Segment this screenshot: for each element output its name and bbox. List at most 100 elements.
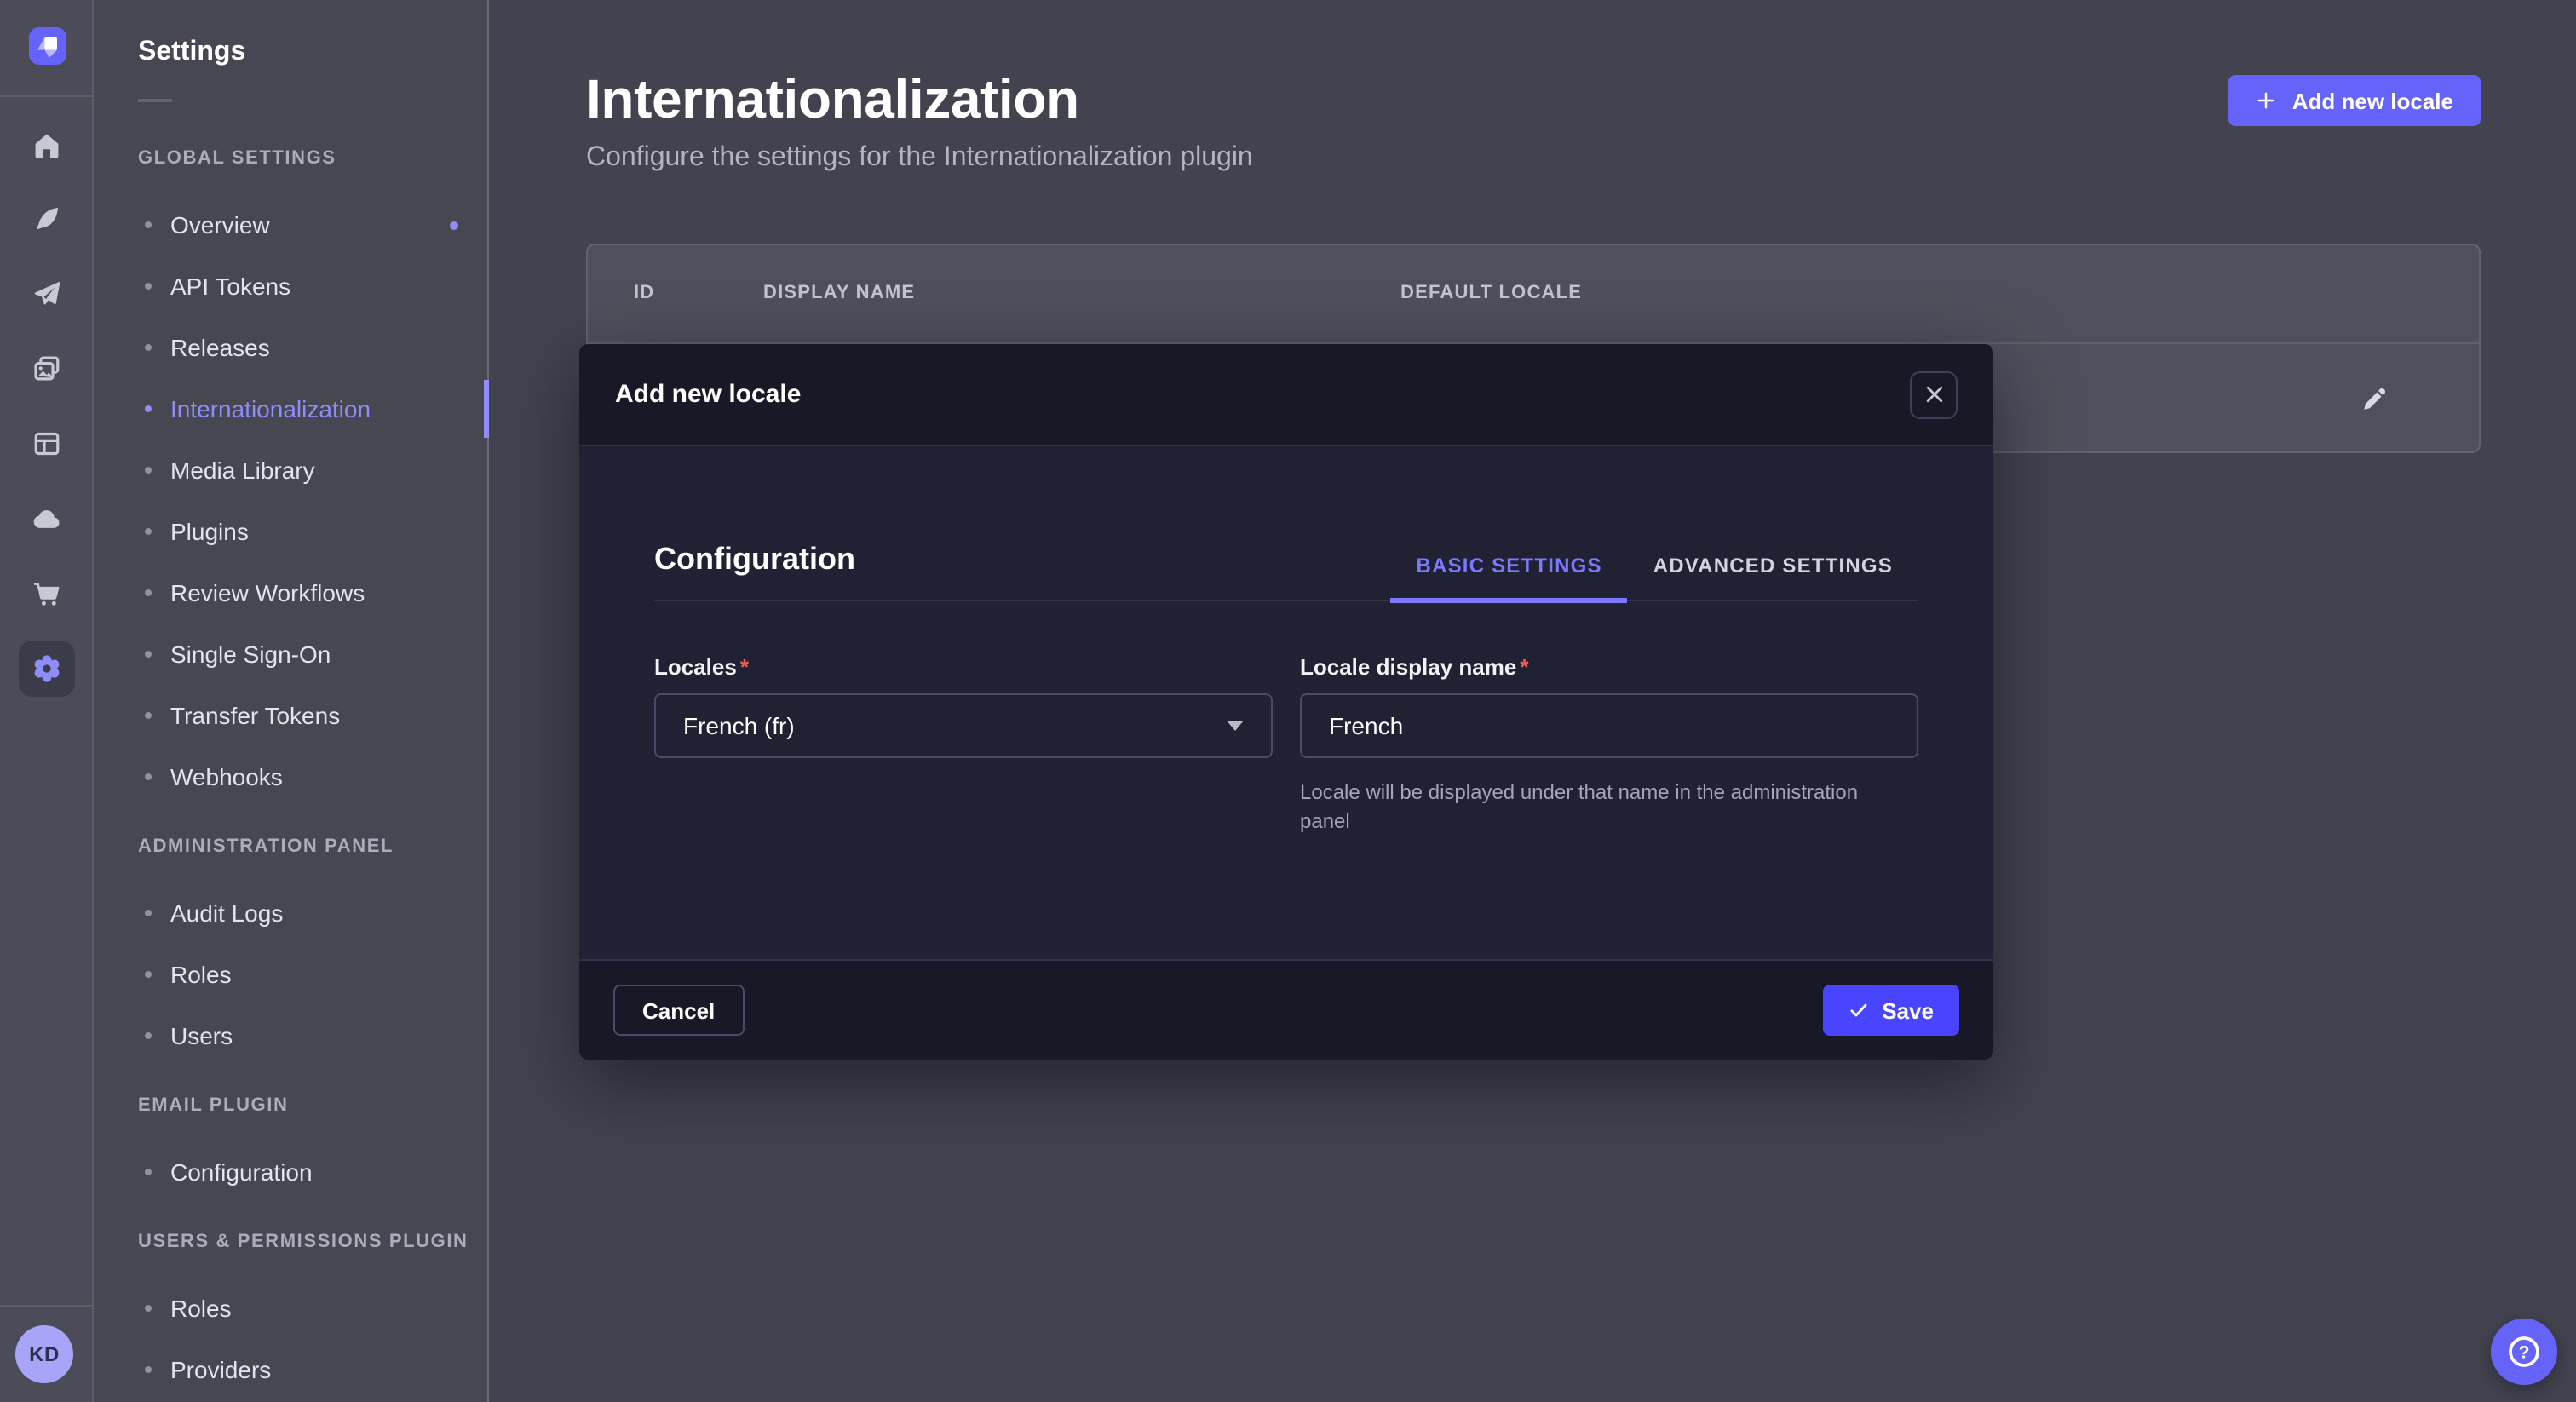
help-button[interactable]: ? [2491, 1319, 2557, 1385]
required-mark: * [1520, 654, 1528, 680]
close-modal-button[interactable] [1910, 371, 1958, 418]
display-name-label: Locale display name* [1300, 654, 1918, 680]
tab-advanced-settings[interactable]: ADVANCED SETTINGS [1628, 554, 1918, 600]
sidebar-item-label: Roles [170, 1295, 232, 1322]
main-nav-sidebar: KD [0, 0, 94, 1402]
subnav-title-divider [138, 99, 172, 102]
page-title: Internationalization [586, 68, 1079, 131]
display-name-hint: Locale will be displayed under that name… [1300, 779, 1893, 836]
section-header: ADMINISTRATION PANEL [138, 835, 489, 859]
sidebar-item-label: Internationalization [170, 395, 371, 422]
sidebar-item-label: API Tokens [170, 273, 290, 300]
modal-title: Add new locale [615, 380, 801, 409]
notification-dot [450, 221, 458, 230]
modal-header: Add new locale [579, 344, 1993, 446]
display-name-field: Locale display name* Locale will be disp… [1300, 654, 1918, 836]
sidebar-item-label: Transfer Tokens [170, 702, 340, 729]
cart-icon[interactable] [32, 579, 61, 608]
section-header: USERS & PERMISSIONS PLUGIN [138, 1230, 489, 1254]
strapi-logo-icon [29, 27, 66, 65]
sidebar-item-api-tokens[interactable]: API Tokens [94, 256, 489, 317]
gear-icon [31, 652, 63, 685]
sidebar-item-internationalization[interactable]: Internationalization [94, 378, 489, 440]
question-mark-icon: ? [2506, 1334, 2542, 1370]
layout-icon[interactable] [32, 429, 61, 458]
bullet-icon [145, 1169, 152, 1175]
media-library-icon[interactable] [32, 354, 61, 383]
bullet-icon [145, 1305, 152, 1312]
modal-body: Configuration BASIC SETTINGS ADVANCED SE… [579, 446, 1993, 959]
sidebar-divider-bottom [0, 1305, 94, 1307]
sidebar-item-label: Single Sign-On [170, 641, 331, 668]
display-name-input-wrapper [1300, 693, 1918, 758]
bullet-icon [145, 283, 152, 290]
sidebar-item-label: Roles [170, 961, 232, 988]
sidebar-item-up-providers[interactable]: Providers [94, 1339, 489, 1400]
column-header-id: ID [634, 245, 654, 342]
app-root: KD Settings GLOBAL SETTINGS Overview API… [0, 0, 2576, 1402]
sidebar-item-review-workflows[interactable]: Review Workflows [94, 562, 489, 623]
section-header: GLOBAL SETTINGS [138, 147, 489, 170]
section-users-permissions-plugin: USERS & PERMISSIONS PLUGIN Roles Provide… [94, 1230, 489, 1400]
save-button[interactable]: Save [1822, 985, 1959, 1036]
strapi-logo[interactable] [29, 27, 66, 65]
sidebar-item-webhooks[interactable]: Webhooks [94, 746, 489, 807]
sidebar-item-overview[interactable]: Overview [94, 194, 489, 256]
edit-locale-button[interactable] [2360, 385, 2389, 414]
sidebar-item-single-sign-on[interactable]: Single Sign-On [94, 623, 489, 685]
close-icon [1923, 383, 1945, 405]
tab-basic-settings[interactable]: BASIC SETTINGS [1391, 554, 1628, 600]
required-mark: * [740, 654, 749, 680]
locales-field: Locales* French (fr) [654, 654, 1273, 836]
column-header-default-locale: DEFAULT LOCALE [1400, 245, 1582, 342]
cancel-button[interactable]: Cancel [613, 985, 744, 1036]
user-avatar[interactable]: KD [15, 1325, 73, 1383]
bullet-icon [145, 467, 152, 474]
pencil-icon [2360, 385, 2389, 414]
quill-icon[interactable] [32, 204, 61, 233]
section-email-plugin: EMAIL PLUGIN Configuration [94, 1094, 489, 1203]
bullet-icon [145, 221, 152, 228]
sidebar-item-label: Audit Logs [170, 899, 283, 927]
sidebar-item-up-roles[interactable]: Roles [94, 1278, 489, 1339]
sidebar-item-admin-roles[interactable]: Roles [94, 944, 489, 1005]
locales-label: Locales* [654, 654, 1273, 680]
sidebar-item-releases[interactable]: Releases [94, 317, 489, 378]
locales-select[interactable]: French (fr) [654, 693, 1273, 758]
sidebar-item-audit-logs[interactable]: Audit Logs [94, 882, 489, 944]
settings-nav-item-active[interactable] [19, 641, 75, 697]
check-icon [1848, 1000, 1868, 1020]
sidebar-item-email-configuration[interactable]: Configuration [94, 1141, 489, 1203]
bullet-icon [145, 910, 152, 916]
display-name-input[interactable] [1329, 695, 1889, 756]
page-subtitle: Configure the settings for the Internati… [586, 143, 1253, 174]
configuration-section-header: Configuration BASIC SETTINGS ADVANCED SE… [654, 446, 1918, 601]
sidebar-item-plugins[interactable]: Plugins [94, 501, 489, 562]
modal-footer: Cancel Save [579, 959, 1993, 1060]
configuration-title: Configuration [654, 538, 855, 579]
bullet-icon [145, 528, 152, 535]
plus-icon [2257, 90, 2277, 111]
form-fields: Locales* French (fr) Locale display name… [654, 654, 1918, 836]
add-new-locale-button[interactable]: Add new locale [2229, 75, 2481, 126]
settings-subnav: Settings GLOBAL SETTINGS Overview API To… [94, 0, 489, 1402]
home-icon[interactable] [32, 131, 61, 160]
sidebar-divider-top [0, 95, 94, 97]
sidebar-item-label: Media Library [170, 457, 315, 484]
sidebar-item-label: Webhooks [170, 763, 283, 790]
cloud-icon[interactable] [32, 504, 61, 533]
paper-plane-icon[interactable] [32, 279, 61, 308]
sidebar-item-media-library[interactable]: Media Library [94, 440, 489, 501]
bullet-icon [145, 1032, 152, 1039]
bullet-icon [145, 971, 152, 978]
sidebar-item-transfer-tokens[interactable]: Transfer Tokens [94, 685, 489, 746]
svg-text:?: ? [2519, 1343, 2530, 1363]
section-administration-panel: ADMINISTRATION PANEL Audit Logs Roles Us… [94, 835, 489, 1066]
sidebar-item-label: Overview [170, 211, 270, 238]
bullet-icon [145, 405, 152, 412]
sidebar-item-label: Releases [170, 334, 270, 361]
sidebar-item-admin-users[interactable]: Users [94, 1005, 489, 1066]
sidebar-item-label: Configuration [170, 1158, 313, 1186]
settings-tabs: BASIC SETTINGS ADVANCED SETTINGS [1391, 554, 1918, 600]
sidebar-item-label: Review Workflows [170, 579, 365, 606]
